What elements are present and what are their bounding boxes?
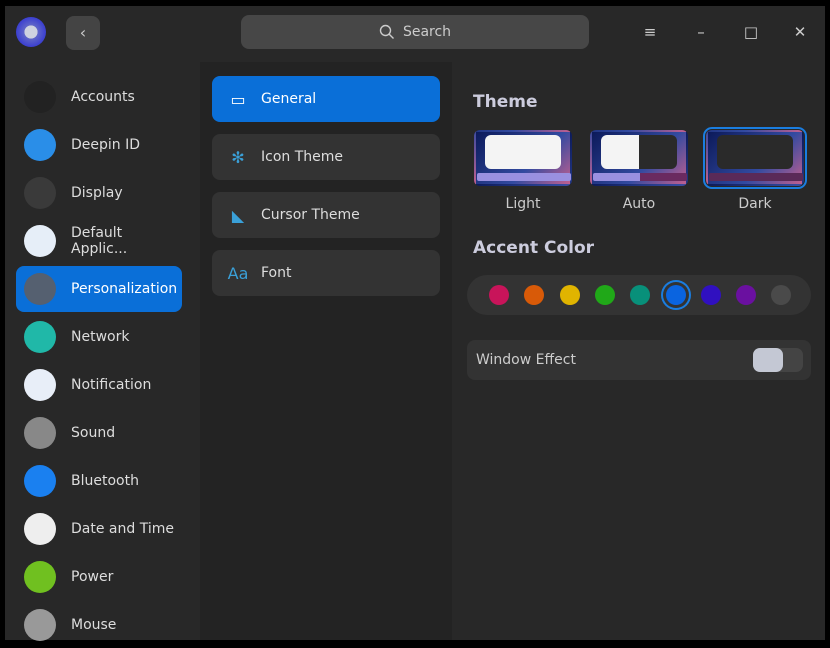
sidebar-item-personalization[interactable]: Personalization xyxy=(16,266,182,312)
sidebar-item-label: Accounts xyxy=(71,89,135,105)
sidebar-item-sound[interactable]: Sound xyxy=(16,410,182,456)
sidebar-item-label: Power xyxy=(71,569,114,585)
accent-color-swatch[interactable] xyxy=(630,285,651,305)
theme-label: Dark xyxy=(738,196,772,212)
search-icon xyxy=(379,24,394,39)
personalization-subnav: ▭ General ✻ Icon Theme ◣ Cursor Theme Aa Font xyxy=(200,62,452,640)
maximize-button[interactable]: □ xyxy=(739,20,763,44)
accent-color-swatch[interactable] xyxy=(594,285,615,305)
font-icon: Aa xyxy=(227,263,249,283)
search-placeholder: Search xyxy=(402,24,452,40)
speaker-icon xyxy=(24,417,56,449)
sidebar-item-deepin-id[interactable]: Deepin ID xyxy=(16,122,182,168)
sidebar-item-label: Notification xyxy=(71,377,152,393)
sidebar-item-label: Mouse xyxy=(71,617,117,633)
notification-icon xyxy=(24,369,56,401)
accent-color-swatch[interactable] xyxy=(665,285,686,305)
titlebar: ‹ Search ≡ – □ ✕ xyxy=(5,6,825,62)
subnav-label: Cursor Theme xyxy=(261,207,360,223)
subnav-label: Icon Theme xyxy=(261,149,344,165)
close-button[interactable]: ✕ xyxy=(788,20,812,44)
accent-color-swatch[interactable] xyxy=(771,285,792,305)
window-icon: ▭ xyxy=(230,89,246,109)
general-panel: Theme Light Auto Dark Accent Color Window … xyxy=(457,62,819,640)
theme-heading: Theme xyxy=(473,92,538,112)
minimize-button[interactable]: – xyxy=(689,20,713,44)
sidebar-item-label: Deepin ID xyxy=(71,137,141,153)
sidebar-item-notification[interactable]: Notification xyxy=(16,362,182,408)
accent-color-picker xyxy=(467,275,811,315)
accent-color-heading: Accent Color xyxy=(473,238,595,258)
theme-option-light[interactable]: Light xyxy=(473,130,573,212)
theme-option-auto[interactable]: Auto xyxy=(589,130,689,212)
sidebar-item-bluetooth[interactable]: Bluetooth xyxy=(16,458,182,504)
sidebar-item-label: Personalization xyxy=(71,281,178,297)
search-input[interactable]: Search xyxy=(241,15,589,49)
mouse-icon xyxy=(24,609,56,641)
palette-icon xyxy=(24,273,56,305)
subnav-label: Font xyxy=(261,265,292,281)
sidebar-item-label: Display xyxy=(71,185,123,201)
sidebar-item-label: Bluetooth xyxy=(71,473,139,489)
toggle-knob xyxy=(753,348,783,372)
sidebar-item-label: Default Applic... xyxy=(71,225,128,257)
sidebar-item-label: Network xyxy=(71,329,130,345)
settings-window: ‹ Search ≡ – □ ✕ Accounts Deepin ID Displa… xyxy=(5,6,825,641)
accent-color-swatch[interactable] xyxy=(736,285,757,305)
battery-icon xyxy=(24,561,56,593)
sidebar-item-power[interactable]: Power xyxy=(16,554,182,600)
clock-icon xyxy=(24,513,56,545)
window-effect-row: Window Effect xyxy=(467,340,811,380)
user-icon xyxy=(24,81,56,113)
sidebar-item-default-applic[interactable]: Default Applic... xyxy=(16,218,182,264)
accent-color-swatch[interactable] xyxy=(489,285,509,305)
sidebar-item-label: Sound xyxy=(71,425,116,441)
theme-preview xyxy=(474,130,572,186)
theme-label: Light xyxy=(505,196,541,212)
window-effect-label: Window Effect xyxy=(476,352,576,368)
sidebar-item-display[interactable]: Display xyxy=(16,170,182,216)
subnav-cursor-theme[interactable]: ◣ Cursor Theme xyxy=(212,192,440,238)
snowflake-icon: ✻ xyxy=(231,147,245,167)
network-icon xyxy=(24,321,56,353)
cloud-icon xyxy=(24,129,56,161)
sidebar-item-network[interactable]: Network xyxy=(16,314,182,360)
sidebar-item-label: Date and Time xyxy=(71,521,174,537)
accent-color-swatch[interactable] xyxy=(524,285,545,305)
subnav-general[interactable]: ▭ General xyxy=(212,76,440,122)
sidebar-item-mouse[interactable]: Mouse xyxy=(16,602,182,648)
sidebar: Accounts Deepin ID Display Default Applic..… xyxy=(5,62,196,641)
cursor-icon: ◣ xyxy=(231,205,245,225)
theme-preview xyxy=(590,130,688,186)
control-center-logo-icon xyxy=(16,17,46,47)
theme-label: Auto xyxy=(622,196,656,212)
window-effect-toggle[interactable] xyxy=(753,348,803,372)
subnav-label: General xyxy=(261,91,317,107)
back-button[interactable]: ‹ xyxy=(66,16,100,50)
sidebar-item-date-and-time[interactable]: Date and Time xyxy=(16,506,182,552)
theme-option-dark[interactable]: Dark xyxy=(703,127,807,212)
subnav-icon-theme[interactable]: ✻ Icon Theme xyxy=(212,134,440,180)
subnav-font[interactable]: Aa Font xyxy=(212,250,440,296)
sidebar-item-accounts[interactable]: Accounts xyxy=(16,74,182,120)
menu-button[interactable]: ≡ xyxy=(638,20,662,44)
default-apps-icon xyxy=(24,225,56,257)
accent-color-swatch[interactable] xyxy=(700,285,721,305)
accent-color-swatch[interactable] xyxy=(559,285,580,305)
theme-preview xyxy=(703,127,807,189)
bluetooth-icon xyxy=(24,465,56,497)
monitor-icon xyxy=(24,177,56,209)
